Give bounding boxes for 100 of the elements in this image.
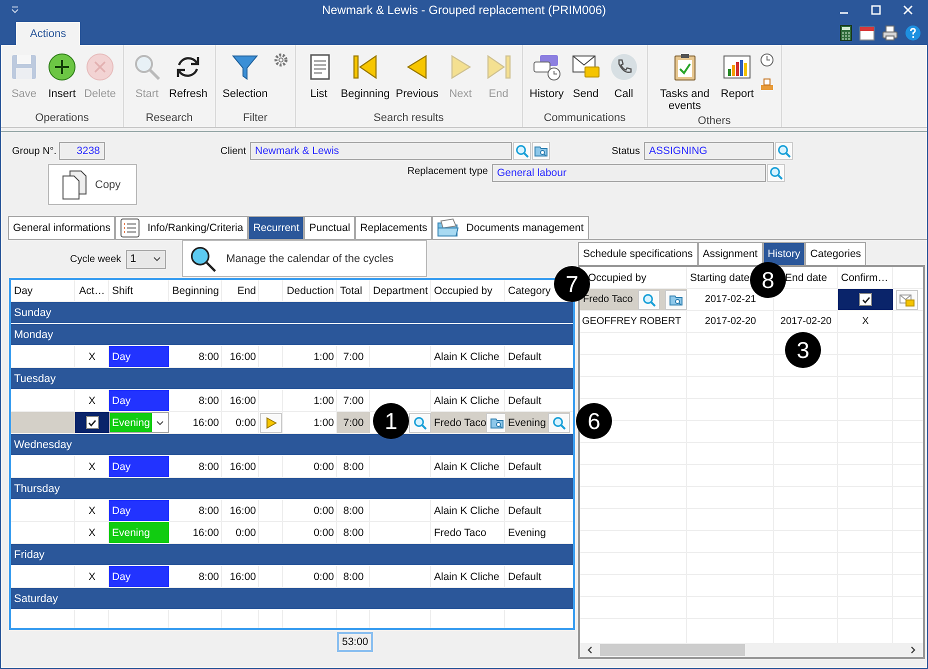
ribbon-button[interactable]: Tasks and events [652, 49, 717, 115]
ribbon-icon-button[interactable] [758, 51, 776, 69]
table-cell-text: 0:00 [312, 526, 335, 540]
ribbon-icon-button[interactable] [272, 51, 290, 69]
day-header-row[interactable]: Saturday [11, 588, 573, 610]
table-cell-text: 16:00 [228, 394, 257, 408]
tab[interactable]: Recurrent [248, 216, 304, 239]
search-button[interactable] [638, 290, 660, 310]
tab[interactable]: Info/Ranking/Criteria [115, 216, 248, 239]
tab[interactable]: General informations [8, 216, 116, 239]
tab[interactable]: Punctual [304, 216, 356, 239]
scrollbar-thumb[interactable] [600, 644, 745, 656]
field-label: Status [610, 146, 641, 156]
help-icon[interactable] [905, 25, 921, 41]
plus-icon [47, 52, 77, 82]
input-field[interactable]: 3238 [59, 142, 105, 160]
column-header[interactable]: Total [337, 280, 366, 301]
field-label: Group N°. [11, 146, 58, 156]
tab[interactable]: Assignment [698, 242, 763, 265]
input-field[interactable]: ASSIGNING [644, 142, 774, 160]
search-button[interactable] [775, 142, 793, 160]
search-icon [552, 416, 566, 430]
ribbon-tab[interactable]: Actions [16, 22, 80, 45]
day-header-row[interactable]: Thursday [11, 478, 573, 500]
ribbon-button[interactable]: History [528, 49, 566, 112]
folder-search-button[interactable] [532, 142, 550, 160]
cycle-week-dropdown[interactable]: 1 [126, 250, 166, 268]
input-field[interactable]: General labour [492, 164, 766, 182]
ribbon-button[interactable]: Report [718, 49, 756, 115]
tab[interactable]: Replacements [355, 216, 432, 239]
search-icon [132, 52, 162, 82]
ribbon-button[interactable]: Insert [44, 49, 80, 112]
checkbox[interactable] [859, 293, 872, 306]
ribbon-button[interactable]: Previous [394, 49, 441, 112]
column-header[interactable]: Occupied by [431, 280, 496, 301]
horizontal-scrollbar[interactable] [580, 643, 923, 657]
column-header[interactable]: Confirm… [838, 267, 892, 288]
row-selector-cell[interactable] [11, 412, 75, 433]
table-cell-text: X [87, 394, 96, 408]
checkbox[interactable] [86, 416, 98, 429]
scroll-left-icon[interactable] [586, 646, 594, 654]
day-header-row[interactable]: Tuesday [11, 368, 573, 390]
ribbon-button[interactable]: Call [606, 49, 642, 112]
calculator-icon[interactable] [840, 25, 852, 41]
column-header[interactable]: Category [505, 280, 554, 301]
list-icon [120, 218, 140, 238]
ribbon-button[interactable]: Beginning [338, 49, 392, 112]
day-header-row[interactable]: Sunday [11, 302, 573, 324]
maximize-icon[interactable] [871, 5, 881, 15]
envelope-icon [898, 292, 914, 306]
calendar-icon[interactable] [859, 25, 875, 41]
table-cell-text: GEOFFREY ROBERT [581, 315, 682, 329]
input-field[interactable]: Newmark & Lewis [250, 142, 512, 160]
ribbon-button[interactable]: List [300, 49, 337, 112]
column-header[interactable]: Deduction [284, 280, 337, 301]
search-button[interactable] [767, 164, 785, 182]
copy-button[interactable]: Copy [48, 164, 137, 205]
folder-search-button[interactable] [665, 290, 687, 310]
search-button[interactable] [548, 412, 570, 432]
folder-search-icon [669, 292, 683, 306]
folder-search-button[interactable] [486, 412, 505, 432]
email-button[interactable] [896, 290, 918, 310]
column-header[interactable]: Beginning [169, 280, 222, 301]
column-header[interactable]: Act… [76, 280, 108, 301]
tab[interactable]: Schedule specifications [578, 242, 698, 265]
ribbon-button[interactable]: Refresh [167, 49, 210, 112]
day-header-row[interactable]: Monday [11, 324, 573, 346]
close-icon[interactable] [903, 5, 913, 15]
table-cell-text: 0:00 [312, 504, 335, 518]
ribbon-button[interactable]: Send [568, 49, 604, 112]
column-header[interactable]: Day [11, 280, 36, 301]
column-header[interactable]: End [234, 280, 259, 301]
table-cell-text: 16:00 [228, 570, 257, 584]
scroll-right-icon[interactable] [909, 646, 917, 654]
tab[interactable]: Documents management [432, 216, 589, 239]
copy-icon [61, 170, 87, 200]
printer-icon[interactable] [882, 25, 898, 41]
search-button[interactable] [409, 412, 431, 432]
day-header-row[interactable]: Wednesday [11, 434, 573, 456]
window-title: Newmark & Lewis - Grouped replacement (PRIM006) [322, 3, 606, 17]
tray-icon [758, 76, 775, 92]
window-menu-icon[interactable] [11, 6, 19, 14]
day-header-row[interactable]: Friday [11, 544, 573, 566]
play-button[interactable] [260, 412, 282, 432]
field-label: Client [219, 146, 247, 156]
table-cell-text: Fredo Taco [433, 526, 488, 540]
column-header[interactable]: End date [785, 267, 830, 288]
tab[interactable]: History [762, 242, 806, 265]
ribbon-button[interactable]: Selection [220, 49, 270, 112]
column-header[interactable]: Starting date [687, 267, 753, 288]
table-cell-text: 1:00 [312, 416, 335, 430]
table-cell-text: Default [507, 570, 542, 584]
tab[interactable]: Categories [805, 242, 866, 265]
calendar-button[interactable]: Manage the calendar of the cycles [182, 240, 428, 277]
search-button[interactable] [513, 142, 531, 160]
table-cell-text: 7:00 [342, 350, 365, 364]
table-cell-text: 0:00 [234, 526, 257, 540]
column-header[interactable]: Department [370, 280, 431, 301]
column-header[interactable]: Occupied by [588, 267, 650, 288]
column-header[interactable]: Shift [109, 280, 136, 301]
